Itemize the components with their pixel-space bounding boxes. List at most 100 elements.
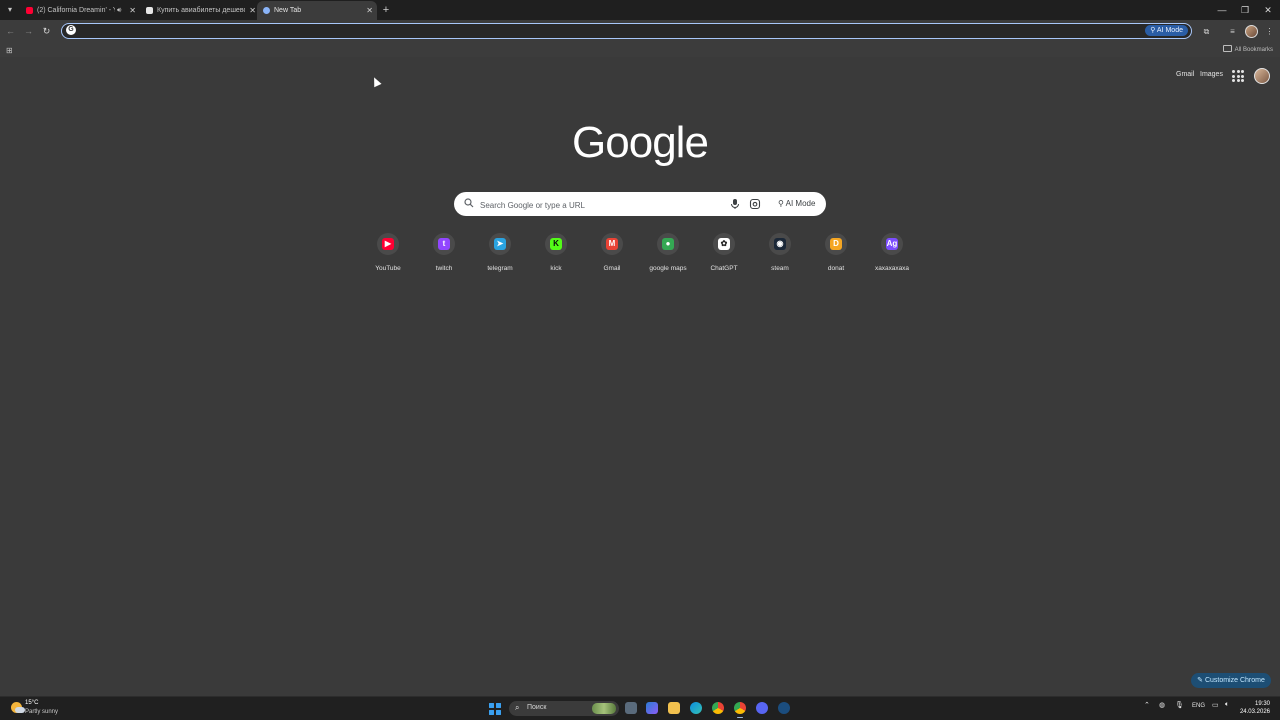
shortcut-kick[interactable]: Kkick	[528, 233, 584, 277]
tray-app-icon[interactable]: ◍	[1159, 701, 1165, 709]
media-controls-icon[interactable]: ≡	[1226, 25, 1239, 38]
tab-title: New Tab	[274, 7, 302, 14]
shortcut-circle: M	[601, 233, 623, 255]
tab-search-chevron-icon[interactable]: ▾	[3, 3, 17, 17]
close-tab-icon[interactable]: ✕	[366, 1, 373, 20]
purple-app-icon: Ag	[886, 238, 898, 250]
youtube-favicon-icon	[26, 7, 33, 14]
shortcut-google-maps[interactable]: ● google maps	[640, 233, 696, 277]
profile-avatar[interactable]	[1245, 25, 1258, 38]
shortcut-label: ChatGPT	[710, 265, 738, 272]
shortcut-label: YouTube	[375, 265, 401, 272]
kick-icon: K	[550, 238, 562, 250]
shortcut-gmail[interactable]: M Gmail	[584, 233, 640, 277]
shortcut-label: steam	[771, 265, 789, 272]
shortcut-circle: K	[545, 233, 567, 255]
close-tab-icon[interactable]: ✕	[249, 1, 256, 20]
shortcut-label: donat	[827, 265, 845, 272]
search-icon	[464, 198, 474, 208]
search-box[interactable]: ⚲ AI Mode	[454, 192, 826, 216]
copilot-icon[interactable]	[646, 702, 658, 714]
close-tab-icon[interactable]: ✕	[129, 1, 136, 20]
customize-chrome-button[interactable]: ✎ Customize Chrome	[1191, 673, 1271, 688]
shortcut-steam[interactable]: ◉ steam	[752, 233, 808, 277]
time-label: 19:30	[1254, 701, 1270, 707]
customize-chrome-label: Customize Chrome	[1204, 677, 1265, 684]
chrome-active-icon[interactable]	[734, 702, 746, 718]
reload-icon[interactable]: ↻	[40, 25, 53, 38]
microphone-tray-icon[interactable]: 🎙︎	[1175, 701, 1184, 709]
address-input[interactable]	[80, 24, 1104, 39]
close-window-icon[interactable]: ✕	[1261, 3, 1275, 17]
chatgpt-icon: ✿	[718, 238, 730, 250]
weather-description[interactable]: Partly sunny	[25, 709, 58, 715]
back-arrow-icon[interactable]: ←	[4, 25, 17, 38]
windows-taskbar: 15°C Partly sunny ⌕ Поиск ⌃ ◍ 🎙︎ ENG ▭ 🔈…	[0, 696, 1280, 720]
microphone-icon[interactable]	[729, 198, 741, 210]
gmail-link[interactable]: Gmail	[1176, 71, 1194, 78]
kebab-menu-icon[interactable]: ⋮	[1263, 25, 1276, 38]
speaker-icon[interactable]: 🔊︎	[117, 1, 121, 20]
shortcut-chatgpt[interactable]: ✿ ChatGPT	[696, 233, 752, 277]
weather-temperature[interactable]: 15°C	[25, 700, 38, 706]
partly-sunny-icon[interactable]	[11, 702, 25, 713]
clock[interactable]: 19:30 24.03.2026	[1240, 700, 1270, 716]
shortcut-circle: ➤	[489, 233, 511, 255]
address-bar[interactable]: G ⚲ AI Mode	[61, 23, 1192, 39]
steam-taskbar-icon[interactable]	[778, 702, 790, 714]
youtube-icon: ▶	[382, 238, 394, 250]
taskbar-search[interactable]: ⌕ Поиск	[509, 701, 619, 716]
extensions-puzzle-icon[interactable]: ⧉	[1200, 25, 1213, 38]
pencil-icon: ✎	[1197, 677, 1205, 684]
shortcut-twitch[interactable]: t twitch	[416, 233, 472, 277]
shortcut-youtube[interactable]: ▶ YouTube	[360, 233, 416, 277]
forward-arrow-icon[interactable]: →	[22, 25, 35, 38]
all-bookmarks-button[interactable]: All Bookmarks	[1222, 45, 1273, 53]
google-logo: Google	[572, 118, 709, 167]
account-avatar[interactable]	[1254, 68, 1270, 84]
task-view-icon[interactable]	[625, 702, 637, 714]
shortcut-telegram[interactable]: ➤ telegram	[472, 233, 528, 277]
tab-youtube[interactable]: (2) California Dreamin' - YouTube 🔊︎ ✕	[20, 1, 140, 20]
edge-browser-icon[interactable]	[690, 702, 702, 714]
shortcut-label: Gmail	[603, 265, 621, 272]
twitch-icon: t	[438, 238, 450, 250]
ai-mode-button[interactable]: ⚲ AI Mode	[774, 197, 819, 211]
tab-flights[interactable]: Купить авиабилеты дешево онлайн ✕	[140, 1, 260, 20]
windows-start-icon[interactable]	[489, 703, 501, 715]
restore-icon[interactable]: ❐	[1238, 3, 1252, 17]
search-input[interactable]	[478, 197, 717, 213]
tab-new-tab[interactable]: New Tab ✕	[257, 1, 377, 20]
tray-chevron-up-icon[interactable]: ⌃	[1144, 701, 1150, 709]
search-highlight-image	[592, 703, 616, 714]
ai-mode-label: AI Mode	[1156, 27, 1183, 34]
shortcut-donat[interactable]: Ddonat	[808, 233, 864, 277]
folder-icon	[1222, 45, 1232, 52]
ai-mode-chip[interactable]: ⚲ AI Mode	[1145, 25, 1188, 36]
new-tab-plus-icon[interactable]: +	[379, 3, 393, 17]
shortcut-хахахахаха[interactable]: Ag хахахахаха	[864, 233, 920, 277]
apps-grid-icon[interactable]: ⊞	[6, 46, 13, 55]
shortcut-circle: Ag	[881, 233, 903, 255]
taskbar-search-label: Поиск	[527, 704, 547, 711]
network-icon[interactable]: ▭	[1212, 701, 1219, 709]
gmail-icon: M	[606, 238, 618, 250]
shortcut-circle: ▶	[377, 233, 399, 255]
telegram-icon: ➤	[494, 238, 506, 250]
all-bookmarks-label: All Bookmarks	[1234, 47, 1273, 53]
images-link[interactable]: Images	[1200, 71, 1223, 78]
google-apps-grid-icon[interactable]	[1232, 70, 1244, 82]
shortcut-circle: t	[433, 233, 455, 255]
google-lens-icon[interactable]	[749, 198, 761, 210]
shortcut-circle: ●	[657, 233, 679, 255]
file-explorer-icon[interactable]	[668, 702, 680, 714]
minimize-icon[interactable]: —	[1215, 3, 1229, 17]
shortcut-label: telegram	[487, 265, 513, 272]
chrome-icon[interactable]	[712, 702, 724, 714]
volume-icon[interactable]: 🔈︎	[1225, 701, 1229, 709]
tab-strip: ▾ (2) California Dreamin' - YouTube 🔊︎ ✕…	[0, 0, 1280, 20]
chrome-favicon-icon	[263, 7, 270, 14]
tab-title: (2) California Dreamin' - YouTube	[37, 7, 115, 14]
discord-icon[interactable]	[756, 702, 768, 714]
language-indicator[interactable]: ENG	[1192, 703, 1205, 709]
